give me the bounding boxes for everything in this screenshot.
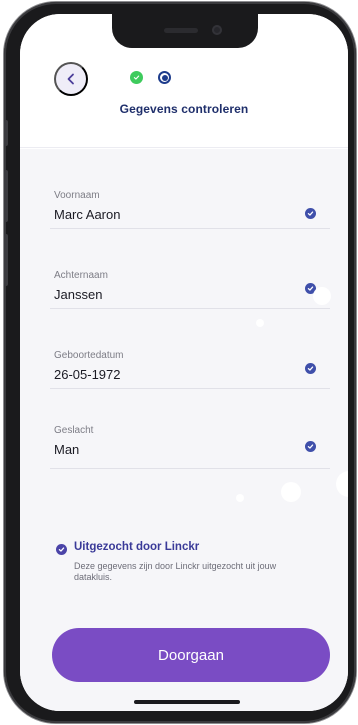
field-voornaam: Voornaam Marc Aaron <box>50 149 330 229</box>
app-screen: Gegevens controleren Voornaam Marc Aaron… <box>20 14 348 711</box>
verified-check-icon <box>305 208 316 219</box>
decorative-bubble <box>313 287 331 305</box>
details-content: Voornaam Marc Aaron Achternaam Janssen G… <box>20 149 348 711</box>
speaker <box>164 28 198 33</box>
verified-check-icon <box>305 441 316 452</box>
continue-button[interactable]: Doorgaan <box>52 628 330 682</box>
source-info-title: Uitgezocht door Linckr <box>74 541 200 553</box>
front-camera <box>212 25 222 35</box>
volume-down-button <box>4 234 8 286</box>
field-geboortedatum: Geboortedatum 26-05-1972 <box>50 309 330 389</box>
field-value: 26-05-1972 <box>54 367 121 382</box>
phone-frame: Gegevens controleren Voornaam Marc Aaron… <box>4 2 356 723</box>
source-info-text: Deze gegevens zijn door Linckr uitgezoch… <box>74 561 277 582</box>
field-label: Geslacht <box>54 425 94 436</box>
decorative-bubble <box>236 494 244 502</box>
step-indicator-done <box>130 71 143 84</box>
field-label: Achternaam <box>54 270 108 281</box>
check-circle-icon <box>56 544 67 555</box>
decorative-bubble <box>256 319 264 327</box>
field-value: Man <box>54 442 80 457</box>
decorative-bubble <box>336 471 348 497</box>
check-icon <box>133 75 140 80</box>
notch <box>112 14 258 48</box>
step-indicator-current <box>158 71 171 84</box>
check-icon <box>58 547 65 552</box>
check-icon <box>307 286 314 291</box>
page-title: Gegevens controleren <box>119 102 249 116</box>
step-indicator-center <box>161 74 168 81</box>
field-geslacht: Geslacht Man <box>50 389 330 469</box>
decorative-bubble <box>281 482 301 502</box>
chevron-left-icon <box>67 73 74 85</box>
volume-up-button <box>4 170 8 222</box>
home-indicator <box>134 700 240 704</box>
mute-switch <box>4 120 8 146</box>
field-label: Geboortedatum <box>54 350 124 361</box>
field-value: Marc Aaron <box>54 207 121 222</box>
check-icon <box>307 366 314 371</box>
verified-check-icon <box>305 363 316 374</box>
field-label: Voornaam <box>54 190 100 201</box>
field-achternaam: Achternaam Janssen <box>50 229 330 309</box>
back-button[interactable] <box>54 62 88 96</box>
check-icon <box>307 444 314 449</box>
check-icon <box>307 211 314 216</box>
field-value: Janssen <box>54 287 103 302</box>
